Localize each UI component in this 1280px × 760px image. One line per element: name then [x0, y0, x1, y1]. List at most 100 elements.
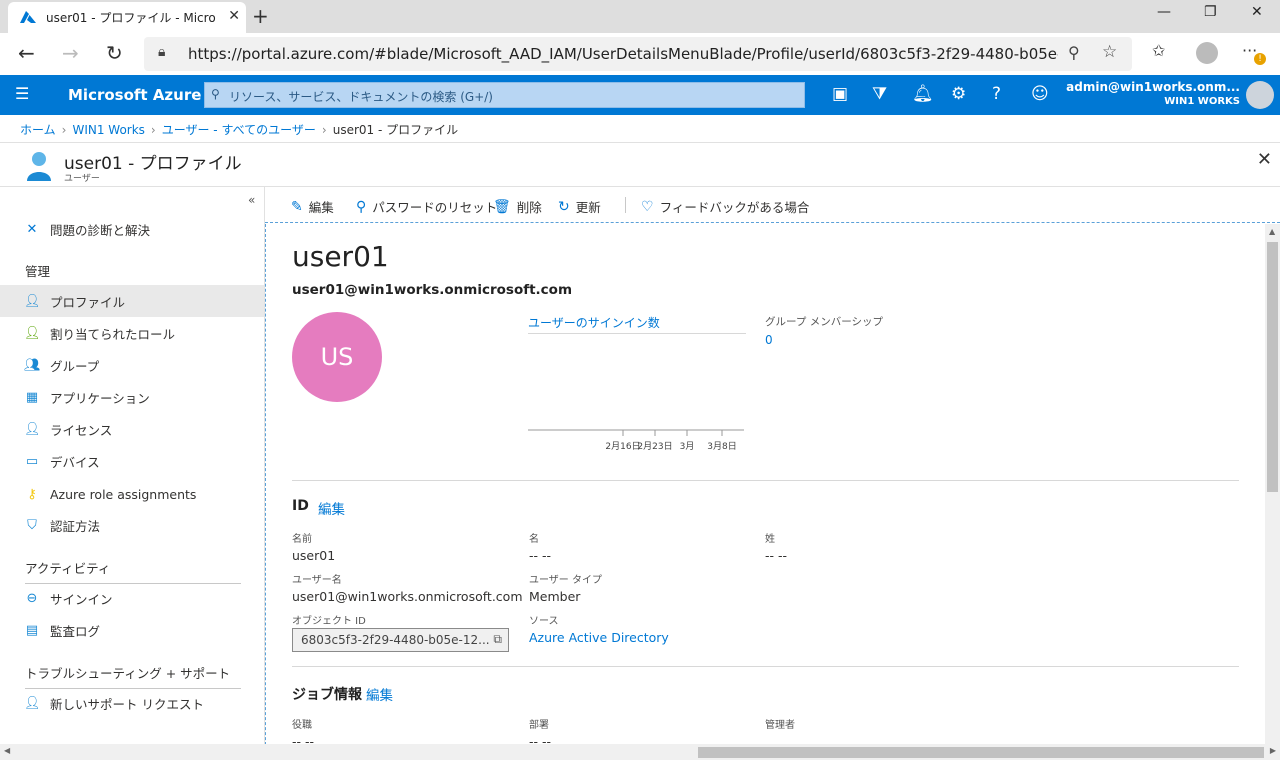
- azure-header: ☰ Microsoft Azure ⚲ リソース、サービス、ドキュメントの検索 …: [0, 75, 1280, 115]
- nav-item-groups[interactable]: 👥︎ グループ: [0, 349, 264, 381]
- forward-icon[interactable]: →: [62, 41, 79, 65]
- breadcrumb-home[interactable]: ホーム: [20, 123, 56, 137]
- help-icon[interactable]: ?: [992, 84, 1001, 104]
- object-id-field[interactable]: 6803c5f3-2f29-4480-b05e-12... ⧉: [292, 628, 509, 652]
- azure-logo-icon: [20, 10, 36, 23]
- vertical-scrollbar[interactable]: ▲: [1265, 224, 1280, 744]
- favorite-star-icon[interactable]: ☆: [1102, 42, 1117, 62]
- refresh-icon: ↻: [558, 198, 570, 215]
- key-icon[interactable]: ⚲: [1068, 43, 1080, 62]
- edit-label: 編集: [308, 200, 334, 215]
- user-type-label: ユーザー タイプ: [529, 575, 602, 586]
- scroll-thumb[interactable]: [1267, 242, 1278, 492]
- nav-item-profile[interactable]: 👤︎ プロファイル: [0, 285, 264, 317]
- address-bar[interactable]: 🔒︎ https://portal.azure.com/#blade/Micro…: [144, 37, 1132, 71]
- nav-item-diagnose[interactable]: ✕ 問題の診断と解決: [0, 213, 264, 245]
- nav-item-licenses[interactable]: 👤︎ ライセンス: [0, 413, 264, 445]
- collapse-nav-icon[interactable]: «: [248, 193, 255, 207]
- scroll-right-icon[interactable]: ▶: [1270, 746, 1276, 755]
- user-icon: 👤︎: [24, 293, 41, 309]
- toolbar-separator: [625, 197, 626, 213]
- nav-item-roles[interactable]: 👤︎ 割り当てられたロール: [0, 317, 264, 349]
- group-membership-count[interactable]: 0: [765, 333, 773, 347]
- account-menu[interactable]: admin@win1works.onm... WIN1 WORKS: [1066, 80, 1240, 107]
- lock-icon[interactable]: 🔒︎: [158, 44, 165, 60]
- search-placeholder: リソース、サービス、ドキュメントの検索 (G+/): [229, 90, 493, 104]
- nav-item-label: アプリケーション: [50, 390, 150, 406]
- signin-chart: 2月16日2月23日 3月 3月8日: [528, 429, 744, 452]
- global-search-input[interactable]: ⚲ リソース、サービス、ドキュメントの検索 (G+/): [204, 82, 805, 108]
- given-name-value: -- --: [529, 548, 552, 563]
- feedback-smile-icon[interactable]: ☺: [1031, 84, 1049, 104]
- settings-gear-icon[interactable]: ⚙: [951, 84, 966, 104]
- restore-icon[interactable]: ❐: [1204, 4, 1217, 20]
- delete-button[interactable]: 🗑︎ 削除: [493, 197, 542, 216]
- page-header: user01 - プロファイル ユーザー ✕: [0, 143, 1280, 185]
- refresh-button[interactable]: ↻ 更新: [558, 197, 601, 216]
- scroll-thumb[interactable]: [698, 747, 1264, 758]
- job-title-label: 役職: [292, 720, 312, 731]
- notifications-bell-icon[interactable]: 🔔︎: [912, 84, 934, 104]
- pencil-icon: ✎: [291, 198, 303, 215]
- browser-tab[interactable]: user01 - プロファイル - Microsoft Azure ✕: [8, 2, 246, 33]
- back-icon[interactable]: ←: [18, 41, 35, 65]
- chart-x-tick-label: 3月8日: [707, 441, 736, 452]
- source-value[interactable]: Azure Active Directory: [529, 630, 669, 645]
- name-label: 名前: [292, 534, 312, 545]
- minimize-icon[interactable]: —: [1157, 4, 1171, 20]
- new-tab-icon[interactable]: +: [252, 4, 269, 28]
- nav-item-label: Azure role assignments: [50, 486, 197, 502]
- tab-close-icon[interactable]: ✕: [228, 8, 240, 24]
- update-badge-icon[interactable]: !: [1254, 53, 1266, 65]
- breadcrumb-all-users[interactable]: ユーザー - すべてのユーザー: [162, 123, 316, 137]
- signin-chart-title[interactable]: ユーザーのサインイン数: [528, 314, 746, 334]
- close-blade-icon[interactable]: ✕: [1257, 149, 1272, 170]
- account-avatar-icon[interactable]: [1246, 81, 1274, 109]
- nav-item-applications[interactable]: ▦ アプリケーション: [0, 381, 264, 413]
- breadcrumb-chevron-icon: ›: [321, 123, 327, 137]
- scroll-left-icon[interactable]: ◀: [4, 746, 10, 755]
- nav-item-label: 新しいサポート リクエスト: [50, 696, 204, 712]
- nav-item-azure-role-assignments[interactable]: ⚷ Azure role assignments: [0, 478, 264, 510]
- audit-log-icon: ▤: [25, 622, 39, 638]
- url-text[interactable]: https://portal.azure.com/#blade/Microsof…: [188, 45, 1058, 63]
- nav-item-audit-logs[interactable]: ▤ 監査ログ: [0, 614, 264, 646]
- nav-item-support-request[interactable]: 👤︎ 新しいサポート リクエスト: [0, 687, 264, 719]
- edit-button[interactable]: ✎ 編集: [291, 197, 334, 216]
- reset-password-label: パスワードのリセット: [372, 200, 498, 215]
- copy-icon[interactable]: ⧉: [493, 632, 502, 647]
- nav-item-auth-methods[interactable]: ⛉ 認証方法: [0, 509, 264, 541]
- key-icon: ⚷: [27, 486, 37, 502]
- group-membership-label: グループ メンバーシップ: [765, 316, 883, 328]
- window-close-icon[interactable]: ✕: [1251, 4, 1263, 20]
- azure-brand[interactable]: Microsoft Azure: [68, 86, 201, 104]
- reset-password-button[interactable]: ⚲ パスワードのリセット: [356, 197, 497, 216]
- identity-edit-link[interactable]: 編集: [318, 498, 345, 518]
- directory-filter-icon[interactable]: ⧩: [872, 84, 887, 104]
- nav-section-support: トラブルシューティング + サポート: [25, 663, 241, 689]
- user-icon: [27, 152, 51, 181]
- hamburger-menu-icon[interactable]: ☰: [15, 84, 29, 103]
- surname-value: -- --: [765, 548, 788, 563]
- profile-content: user01 user01@win1works.onmicrosoft.com …: [265, 224, 1265, 760]
- nav-item-label: 割り当てられたロール: [50, 326, 176, 342]
- nav-item-devices[interactable]: ▭ デバイス: [0, 445, 264, 477]
- feedback-button[interactable]: ♡ フィードバックがある場合: [641, 197, 809, 216]
- scroll-up-icon[interactable]: ▲: [1269, 227, 1275, 236]
- breadcrumb-tenant[interactable]: WIN1 Works: [72, 123, 144, 137]
- browser-toolbar: ← → ↻ 🔒︎ https://portal.azure.com/#blade…: [0, 33, 1280, 75]
- reload-icon[interactable]: ↻: [106, 41, 123, 65]
- profile-avatar-icon[interactable]: [1196, 42, 1218, 64]
- browser-tab-strip: user01 - プロファイル - Microsoft Azure ✕ + — …: [0, 0, 1280, 33]
- horizontal-scrollbar[interactable]: ◀ ▶: [0, 744, 1280, 760]
- license-icon: 👤︎: [24, 421, 41, 437]
- breadcrumb: ホーム › WIN1 Works › ユーザー - すべてのユーザー › user01 - …: [20, 121, 458, 138]
- cloud-shell-icon[interactable]: ▣: [832, 84, 848, 104]
- key-icon: ⚲: [356, 198, 367, 215]
- feedback-label: フィードバックがある場合: [659, 200, 810, 215]
- heart-icon: ♡: [641, 198, 654, 215]
- favorites-icon[interactable]: ✩: [1152, 41, 1165, 60]
- nav-item-signins[interactable]: ⊖ サインイン: [0, 582, 264, 614]
- job-edit-link[interactable]: 編集: [366, 684, 393, 704]
- search-icon: ⚲: [211, 87, 220, 101]
